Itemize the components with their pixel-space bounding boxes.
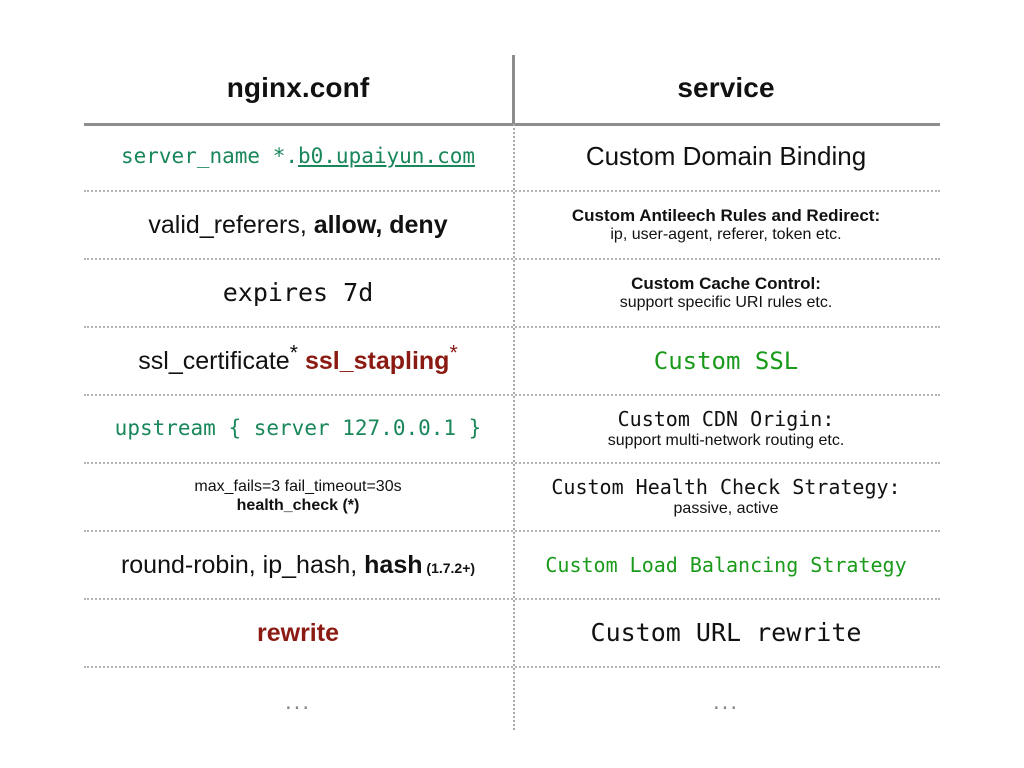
- cell-service-cdn-origin: Custom CDN Origin: support multi-network…: [512, 396, 940, 462]
- table-row: server_name *.b0.upaiyun.com Custom Doma…: [84, 124, 940, 192]
- cell-nginx-upstream: upstream { server 127.0.0.1 }: [84, 396, 512, 462]
- directive-hash-version-note: (1.7.2+): [422, 560, 476, 576]
- header-cell-service: service: [512, 52, 940, 124]
- header-cell-nginx-conf: nginx.conf: [84, 52, 512, 124]
- directive-server-name: server_name *.b0.upaiyun.com: [120, 144, 475, 169]
- directive-upstream: upstream { server 127.0.0.1 }: [114, 416, 482, 441]
- table-row: round-robin, ip_hash, hash (1.7.2+) Cust…: [84, 532, 940, 600]
- directive-ssl-certificate-star: *: [289, 340, 298, 365]
- cell-service-cache-control: Custom Cache Control: support specific U…: [512, 260, 940, 326]
- service-title-cdn-origin: Custom CDN Origin:: [617, 407, 835, 432]
- directive-ssl-stapling: ssl_stapling: [304, 347, 450, 375]
- header-label-nginx-conf: nginx.conf: [226, 72, 370, 103]
- ellipsis-right: ...: [712, 687, 739, 715]
- table-row: ... ...: [84, 668, 940, 736]
- directive-expires: expires 7d: [222, 278, 374, 307]
- table-row: rewrite Custom URL rewrite: [84, 600, 940, 668]
- service-title-antileech: Custom Antileech Rules and Redirect:: [571, 205, 881, 225]
- table-row: upstream { server 127.0.0.1 } Custom CDN…: [84, 396, 940, 464]
- cell-service-load-balancing: Custom Load Balancing Strategy: [512, 532, 940, 598]
- cell-nginx-more: ...: [84, 668, 512, 736]
- service-title-cache-control: Custom Cache Control:: [631, 273, 821, 293]
- cell-service-antileech: Custom Antileech Rules and Redirect: ip,…: [512, 192, 940, 258]
- cell-service-health-check: Custom Health Check Strategy: passive, a…: [512, 464, 940, 530]
- directive-ssl-certificate: ssl_certificate: [138, 347, 290, 375]
- directive-rewrite: rewrite: [257, 619, 339, 647]
- table-row: valid_referers, allow, deny Custom Antil…: [84, 192, 940, 260]
- directive-ssl: ssl_certificate* ssl_stapling*: [138, 342, 457, 375]
- service-sub-health-check: passive, active: [673, 499, 779, 517]
- directive-hash: hash: [364, 551, 423, 579]
- service-title-domain-binding: Custom Domain Binding: [585, 141, 867, 172]
- directive-load-balancing: round-robin, ip_hash, hash (1.7.2+): [121, 551, 475, 579]
- comparison-table: nginx.conf service server_name *.b0.upai…: [84, 52, 940, 736]
- cell-nginx-load-balancing: round-robin, ip_hash, hash (1.7.2+): [84, 532, 512, 598]
- slide-root: nginx.conf service server_name *.b0.upai…: [0, 0, 1024, 768]
- cell-service-ssl: Custom SSL: [512, 328, 940, 394]
- ellipsis-left: ...: [284, 687, 311, 715]
- directive-max-fails: max_fails=3 fail_timeout=30s: [194, 478, 402, 496]
- cell-nginx-health-check: max_fails=3 fail_timeout=30s health_chec…: [84, 464, 512, 530]
- cell-nginx-ssl: ssl_certificate* ssl_stapling*: [84, 328, 512, 394]
- directive-valid-referers: valid_referers, allow, deny: [148, 211, 447, 239]
- cell-nginx-server-name: server_name *.b0.upaiyun.com: [84, 124, 512, 190]
- cell-service-url-rewrite: Custom URL rewrite: [512, 600, 940, 666]
- header-label-service: service: [677, 72, 775, 103]
- service-sub-cdn-origin: support multi-network routing etc.: [607, 431, 845, 449]
- cell-nginx-valid-referers: valid_referers, allow, deny: [84, 192, 512, 258]
- directive-load-balancing-plain: round-robin, ip_hash,: [120, 551, 365, 579]
- table-row: max_fails=3 fail_timeout=30s health_chec…: [84, 464, 940, 532]
- table-row: ssl_certificate* ssl_stapling* Custom SS…: [84, 328, 940, 396]
- service-title-load-balancing: Custom Load Balancing Strategy: [545, 552, 907, 577]
- service-title-url-rewrite: Custom URL rewrite: [590, 618, 862, 647]
- table-header-row: nginx.conf service: [84, 52, 940, 124]
- service-title-health-check: Custom Health Check Strategy:: [551, 475, 901, 500]
- cell-service-domain-binding: Custom Domain Binding: [512, 124, 940, 190]
- cell-service-more: ...: [512, 668, 940, 736]
- cell-nginx-rewrite: rewrite: [84, 600, 512, 666]
- service-sub-antileech: ip, user-agent, referer, token etc.: [610, 225, 842, 243]
- directive-allow-deny: allow, deny: [313, 211, 448, 239]
- directive-server-name-domain[interactable]: b0.upaiyun.com: [298, 144, 475, 168]
- service-title-custom-ssl: Custom SSL: [653, 346, 799, 375]
- table-row: expires 7d Custom Cache Control: support…: [84, 260, 940, 328]
- directive-server-name-prefix: server_name *.: [120, 144, 298, 169]
- directive-valid-referers-plain: valid_referers,: [148, 211, 314, 239]
- directive-health-check: health_check (*): [236, 497, 360, 515]
- service-sub-cache-control: support specific URI rules etc.: [619, 293, 833, 311]
- directive-ssl-stapling-star: *: [449, 340, 458, 365]
- cell-nginx-expires: expires 7d: [84, 260, 512, 326]
